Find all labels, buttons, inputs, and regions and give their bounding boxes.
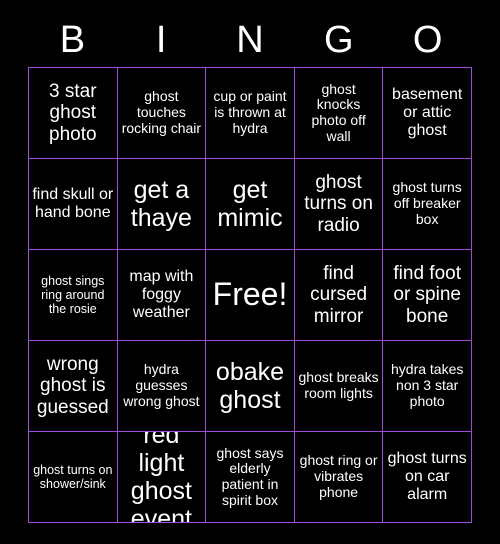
bingo-cell-label: basement or attic ghost xyxy=(392,86,463,139)
bingo-header-letter-n: N xyxy=(236,19,264,61)
bingo-header-letter-o: O xyxy=(412,19,443,61)
bingo-cell[interactable]: find foot or spine bone xyxy=(383,250,472,341)
bingo-cell-label: red light ghost event xyxy=(130,432,192,523)
bingo-cell[interactable]: ghost sings ring around the rosie xyxy=(29,250,118,341)
bingo-cell-label: ghost turns on car alarm xyxy=(387,450,467,503)
bingo-cell[interactable]: get a thaye xyxy=(117,159,207,250)
bingo-cell-label: find skull or hand bone xyxy=(32,186,114,221)
bingo-cell-label: ghost knocks photo off wall xyxy=(311,80,366,144)
bingo-cell[interactable]: find skull or hand bone xyxy=(29,159,118,250)
bingo-cell[interactable]: red light ghost event xyxy=(117,432,207,523)
bingo-cell-label: ghost breaks room lights xyxy=(298,369,379,401)
bingo-cell-label: ghost says elderly patient in spirit box xyxy=(216,444,284,508)
bingo-cell[interactable]: cup or paint is thrown at hydra xyxy=(206,68,295,159)
bingo-cell[interactable]: 3 star ghost photo xyxy=(29,68,118,159)
bingo-cell[interactable]: ghost turns on car alarm xyxy=(383,432,472,523)
bingo-cell-label: 3 star ghost photo xyxy=(49,81,97,145)
bingo-cell[interactable]: ghost turns on shower/sink xyxy=(29,432,118,523)
bingo-cell-label: hydra guesses wrong ghost xyxy=(123,361,200,409)
bingo-cell[interactable]: ghost turns off breaker box xyxy=(383,159,472,250)
bingo-cell-label: find cursed mirror xyxy=(310,263,368,327)
bingo-cell-label: ghost ring or vibrates phone xyxy=(299,452,378,500)
bingo-cell-label: obake ghost xyxy=(215,358,285,414)
bingo-header-row: B I N G O xyxy=(28,14,472,66)
bingo-cell-label: get mimic xyxy=(217,176,283,232)
bingo-header-letter-i: I xyxy=(155,19,167,61)
bingo-cell-label: ghost sings ring around the rosie xyxy=(41,274,105,316)
bingo-cell[interactable]: ghost says elderly patient in spirit box xyxy=(206,432,295,523)
bingo-cell[interactable]: map with foggy weather xyxy=(117,250,207,341)
bingo-cell-label: ghost turns on radio xyxy=(304,172,373,236)
bingo-cell-label: find foot or spine bone xyxy=(393,263,461,327)
bingo-cell-label: cup or paint is thrown at hydra xyxy=(213,88,287,136)
bingo-header-letter-g: G xyxy=(324,19,354,61)
bingo-header-letter-b: B xyxy=(59,19,86,61)
bingo-cell[interactable]: ghost knocks photo off wall xyxy=(294,68,384,159)
bingo-cell[interactable]: ghost breaks room lights xyxy=(294,341,384,432)
bingo-cell-label: ghost turns off breaker box xyxy=(392,179,462,227)
bingo-cell-label: get a thaye xyxy=(130,176,192,232)
bingo-cell-label: ghost turns on shower/sink xyxy=(33,463,113,491)
bingo-cell-label: wrong ghost is guessed xyxy=(36,354,109,418)
bingo-board: B I N G O 3 star ghost photo ghost touche… xyxy=(0,0,500,544)
bingo-cell-label: Free! xyxy=(212,276,288,313)
bingo-cell[interactable]: obake ghost xyxy=(206,341,295,432)
bingo-cell-label: ghost touches rocking chair xyxy=(121,88,202,136)
bingo-cell-label: hydra takes non 3 star photo xyxy=(391,361,464,409)
bingo-cell[interactable]: hydra takes non 3 star photo xyxy=(383,341,472,432)
bingo-cell[interactable]: get mimic xyxy=(206,159,295,250)
bingo-cell[interactable]: hydra guesses wrong ghost xyxy=(117,341,207,432)
bingo-cell[interactable]: wrong ghost is guessed xyxy=(29,341,118,432)
bingo-cell[interactable]: basement or attic ghost xyxy=(383,68,472,159)
bingo-cell[interactable]: find cursed mirror xyxy=(294,250,384,341)
bingo-cell-free[interactable]: Free! xyxy=(206,250,295,341)
bingo-grid: 3 star ghost photo ghost touches rocking … xyxy=(28,67,472,523)
bingo-cell[interactable]: ghost touches rocking chair xyxy=(117,68,207,159)
bingo-cell[interactable]: ghost ring or vibrates phone xyxy=(294,432,384,523)
bingo-cell-label: map with foggy weather xyxy=(129,268,194,321)
bingo-cell[interactable]: ghost turns on radio xyxy=(294,159,384,250)
